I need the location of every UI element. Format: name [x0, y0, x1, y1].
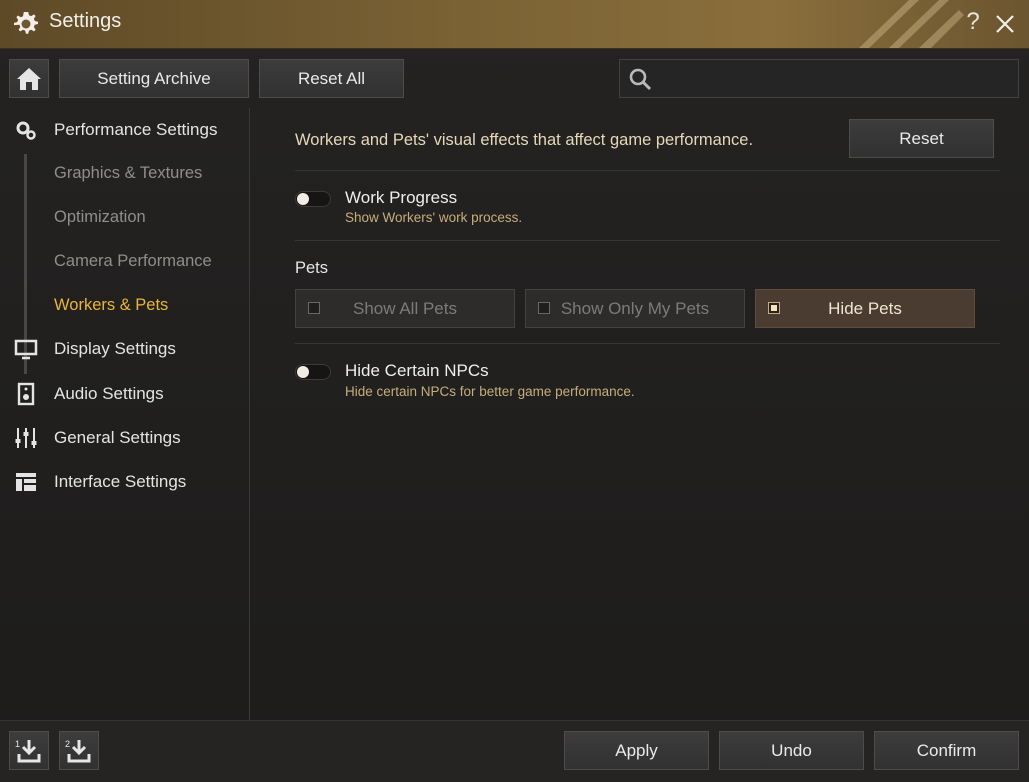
window-title: Settings	[49, 10, 122, 32]
work-progress-toggle[interactable]	[295, 191, 331, 207]
option-label: Show All Pets	[353, 298, 457, 318]
reset-all-button[interactable]: Reset All	[259, 59, 404, 98]
layout-icon	[16, 473, 36, 491]
search-icon	[629, 68, 652, 91]
confirm-button[interactable]: Confirm	[874, 731, 1019, 770]
hide-npcs-toggle[interactable]	[295, 364, 331, 380]
title-decoration	[859, 0, 964, 48]
home-button[interactable]	[9, 59, 49, 98]
sidebar-item-general[interactable]: General Settings	[0, 420, 249, 456]
gears-icon	[16, 121, 36, 140]
reset-button[interactable]: Reset	[849, 119, 994, 158]
download-icon: 2	[65, 739, 91, 762]
work-progress-subtitle: Show Workers' work process.	[345, 210, 523, 225]
hide-npcs-subtitle: Hide certain NPCs for better game perfor…	[345, 384, 635, 399]
apply-button[interactable]: Apply	[564, 731, 709, 770]
work-progress-title: Work Progress	[345, 188, 458, 207]
show-all-pets-option[interactable]: Show All Pets	[295, 289, 515, 328]
sidebar-item-label: Interface Settings	[54, 472, 187, 491]
search-bar[interactable]	[619, 59, 1019, 98]
option-checkbox	[538, 302, 550, 314]
divider	[295, 343, 1000, 344]
option-checkbox	[768, 302, 780, 314]
close-icon[interactable]	[993, 8, 1017, 40]
sidebar-item-interface[interactable]: Interface Settings	[0, 464, 249, 500]
setting-archive-button[interactable]: Setting Archive	[59, 59, 249, 98]
sidebar-item-label: General Settings	[54, 428, 181, 447]
divider	[295, 170, 1000, 171]
save-slot-1-button[interactable]: 1	[9, 731, 49, 770]
help-icon[interactable]: ?	[961, 8, 985, 36]
download-icon: 1	[15, 739, 41, 762]
save-slot-2-button[interactable]: 2	[59, 731, 99, 770]
sliders-icon	[15, 428, 37, 448]
sidebar-subitem-camera[interactable]: Camera Performance	[54, 252, 212, 271]
sidebar-item-label: Audio Settings	[54, 384, 164, 403]
svg-text:1: 1	[15, 739, 20, 749]
toggle-knob	[297, 366, 309, 378]
sidebar-item-performance[interactable]: Performance Settings	[0, 112, 249, 148]
hide-pets-option[interactable]: Hide Pets	[755, 289, 975, 328]
title-bar[interactable]: Settings ?	[0, 0, 1029, 49]
search-input[interactable]	[664, 66, 1008, 94]
svg-text:2: 2	[65, 739, 70, 749]
option-label: Hide Pets	[828, 298, 902, 318]
toggle-knob	[297, 193, 309, 205]
sidebar: Performance Settings Graphics & Textures…	[0, 108, 250, 720]
divider	[295, 240, 1000, 241]
sidebar-subitem-workers-pets[interactable]: Workers & Pets	[54, 296, 168, 315]
option-label: Show Only My Pets	[560, 298, 710, 318]
show-only-my-pets-option[interactable]: Show Only My Pets	[525, 289, 745, 328]
home-icon	[17, 67, 41, 90]
sidebar-item-display[interactable]: Display Settings	[0, 331, 249, 367]
sidebar-subitem-graphics[interactable]: Graphics & Textures	[54, 164, 202, 183]
monitor-icon	[14, 339, 38, 360]
sidebar-item-label: Performance Settings	[54, 120, 218, 139]
section-description: Workers and Pets' visual effects that af…	[295, 131, 754, 149]
gear-icon	[14, 12, 38, 34]
sidebar-item-audio[interactable]: Audio Settings	[0, 376, 249, 412]
content-panel: Workers and Pets' visual effects that af…	[270, 108, 1010, 720]
sidebar-subitem-optimization[interactable]: Optimization	[54, 208, 146, 227]
sidebar-item-label: Display Settings	[54, 339, 176, 358]
speaker-icon	[17, 382, 35, 406]
hide-npcs-title: Hide Certain NPCs	[345, 361, 489, 380]
undo-button[interactable]: Undo	[719, 731, 864, 770]
option-checkbox	[308, 302, 320, 314]
pets-section-label: Pets	[295, 259, 329, 277]
settings-window: Settings ? Setting Archive Reset All Per…	[0, 0, 1029, 782]
